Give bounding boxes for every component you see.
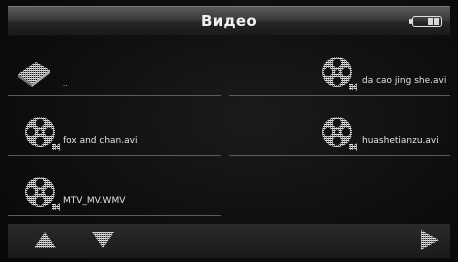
film-reel-icon [319,114,359,154]
file-item-da-cao-jing-she[interactable]: da cao jing she.avi [229,52,450,96]
arrow-up-icon[interactable] [32,230,58,250]
battery-icon [409,16,442,27]
file-name: da cao jing she.avi [362,76,447,86]
video-browser-screen: Видео .. da cao jing she.avi fox and cha… [0,0,458,262]
file-name: MTV_MV.WMV [63,196,126,206]
file-name: huashetianzu.avi [362,136,439,146]
page-title: Видео [200,12,258,30]
film-reel-icon [22,114,62,154]
folder-up-icon [18,62,50,87]
file-item-mtv-mv[interactable]: MTV_MV.WMV [8,172,221,216]
file-item-fox-and-chan[interactable]: fox and chan.avi [8,112,221,156]
bottom-toolbar [8,224,450,258]
file-name: fox and chan.avi [63,136,138,146]
film-reel-icon [22,174,62,214]
title-bar: Видео [8,6,450,36]
file-item-huashetianzu[interactable]: huashetianzu.avi [229,112,450,156]
arrow-down-icon[interactable] [90,230,116,250]
film-reel-icon [319,54,359,94]
file-name: .. [63,80,68,88]
file-item-parent-folder[interactable]: .. [8,52,221,96]
arrow-right-icon[interactable] [418,228,442,252]
